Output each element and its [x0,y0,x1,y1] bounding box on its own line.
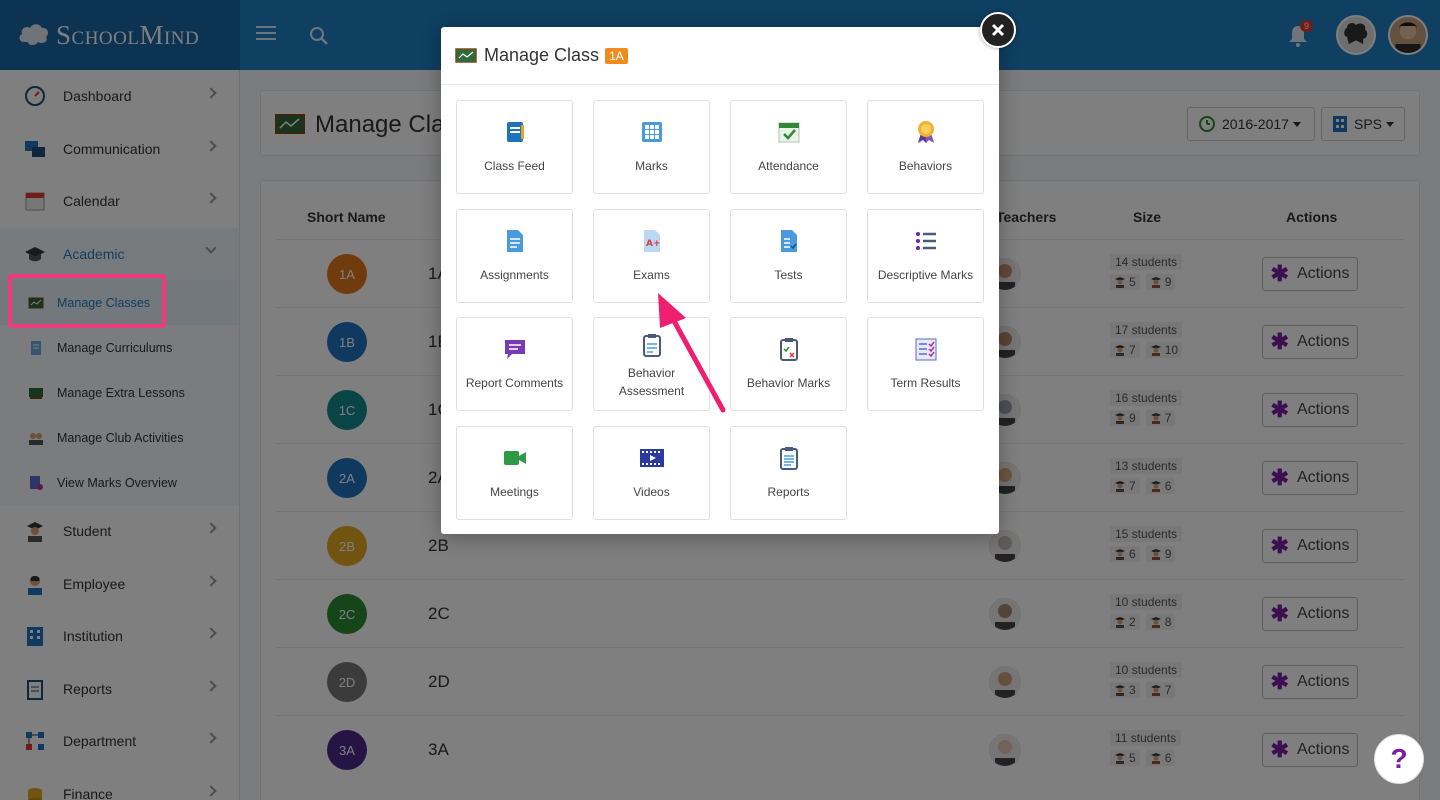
tile-label: Class Feed [484,159,545,173]
tile-exams[interactable]: A+ Exams [593,208,710,303]
highlight-annotation [8,274,166,328]
modal-title: Manage Class [484,45,600,65]
manage-class-modal: Manage Class 1A Class Feed Marks Attendanc… [441,27,999,534]
tile-label: Descriptive Marks [877,267,974,282]
tile-behavior-marks[interactable]: Behavior Marks [730,317,847,411]
tile-descriptive-marks[interactable]: Descriptive Marks [867,208,984,303]
tile-assignments[interactable]: Assignments [456,208,573,303]
chalkboard-icon [455,47,477,63]
comment-icon [504,340,525,359]
tile-marks[interactable]: Marks [593,100,710,194]
tile-label: Exams [633,267,670,282]
list-icon [915,231,936,250]
notebook-icon [506,122,524,142]
tile-label: Attendance [758,159,819,173]
calendar-check-icon [778,122,799,143]
grid-icon [641,122,662,142]
tile-label: Report Comments [465,376,564,390]
help-label: ? [1390,743,1408,774]
close-modal-button[interactable] [980,12,1016,48]
tile-label: Tests [774,267,803,282]
document-icon [506,229,523,252]
close-icon [991,23,1005,37]
help-button[interactable]: ? [1374,734,1424,784]
modal-header: Manage Class 1A [441,27,999,85]
tile-class-feed[interactable]: Class Feed [456,100,573,194]
clipboard-icon [642,334,661,357]
svg-text:A+: A+ [646,239,661,249]
checklist-icon [915,338,936,361]
tile-reports[interactable]: Reports [730,425,847,520]
exam-grade-icon: A+ [643,229,661,252]
tile-videos[interactable]: Videos [593,425,710,520]
tile-label: Videos [633,484,670,499]
report-clipboard-icon [779,446,798,470]
tile-tests[interactable]: Tests [730,208,847,303]
tile-label: Assignments [480,267,549,282]
medal-icon [917,121,934,143]
test-checklist-icon [780,229,797,252]
tile-label: Behaviors [898,159,953,173]
film-icon [639,448,664,467]
video-camera-icon [503,450,526,465]
tile-label: Behavior Marks [746,376,831,390]
class-badge: 1A [605,47,628,64]
tile-report-comments[interactable]: Report Comments [456,317,573,411]
tile-meetings[interactable]: Meetings [456,425,573,520]
tile-attendance[interactable]: Attendance [730,100,847,194]
tile-label: Behavior Assessment [618,366,685,398]
tile-behavior-assessment[interactable]: Behavior Assessment [593,317,710,411]
clipboard-check-icon [779,338,798,361]
tile-label: Reports [767,484,810,499]
tile-label: Term Results [890,376,961,390]
tile-term-results[interactable]: Term Results [867,317,984,411]
tile-label: Marks [635,159,668,173]
tile-behaviors[interactable]: Behaviors [867,100,984,194]
tile-label: Meetings [490,484,539,499]
